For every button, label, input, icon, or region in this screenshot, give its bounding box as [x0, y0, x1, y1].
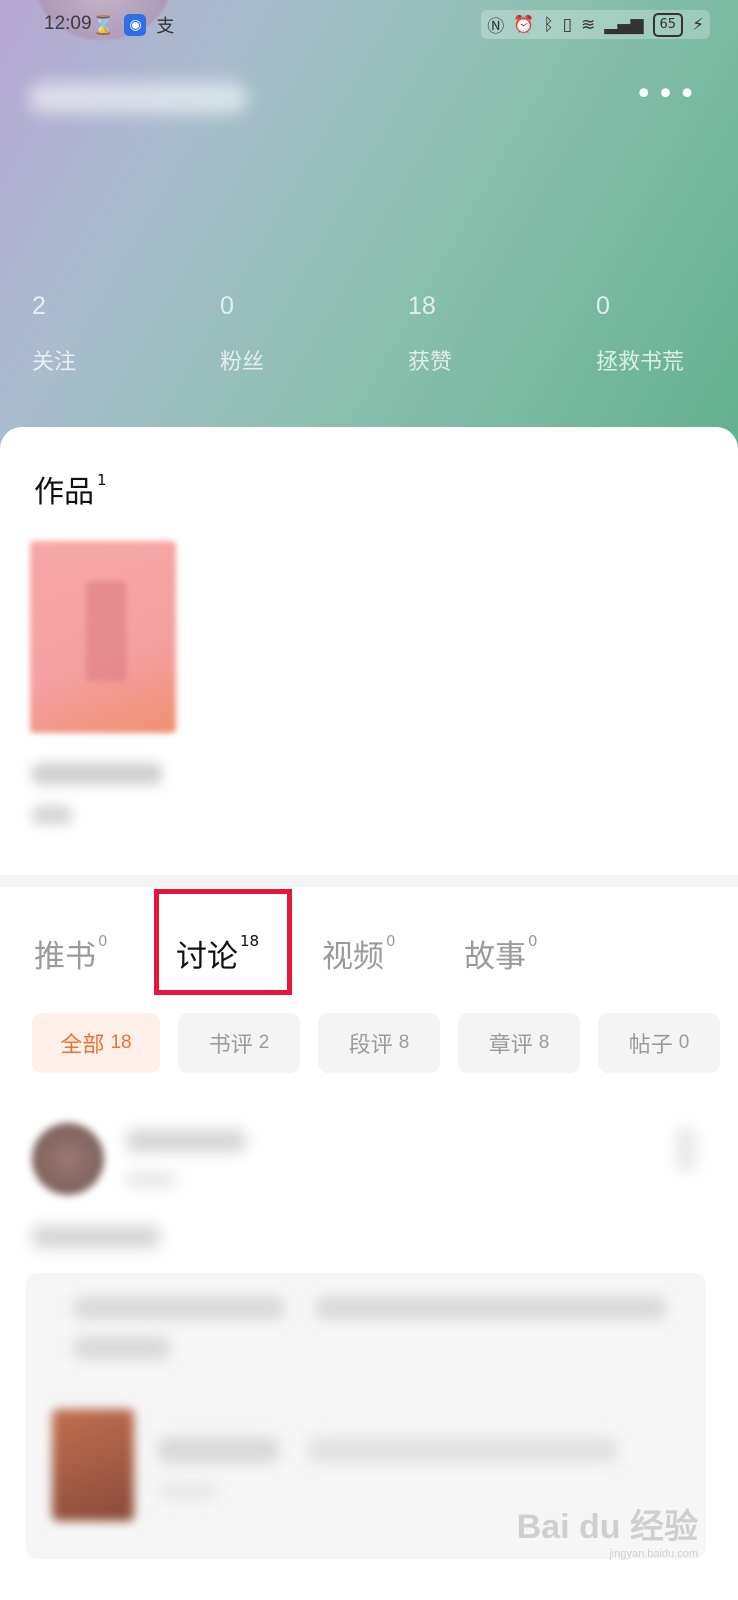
- profile-header: 12:09 ⌛ ◉ 支 Ⓝ ⏰ ᛒ ▯ ≋ ▂▄▆ 65 ⚡ ••• 2 关注 …: [0, 0, 738, 470]
- post-time: [126, 1171, 176, 1187]
- post-text: [32, 1225, 160, 1249]
- book-subtitle: [32, 805, 72, 825]
- alipay-icon: 支: [156, 16, 175, 37]
- filter-chapter-review[interactable]: 章评 8: [458, 1013, 580, 1073]
- signal-icon: ▂▄▆: [604, 14, 644, 35]
- post-avatar[interactable]: [32, 1123, 104, 1195]
- bluetooth-icon: ᛒ: [543, 14, 554, 35]
- hourglass-icon: ⌛: [92, 14, 115, 36]
- wifi-icon: ≋: [581, 14, 596, 35]
- tab-recommend[interactable]: 推书 0: [34, 931, 108, 976]
- user-name: [28, 82, 248, 114]
- content-card: 作品 1 推书 0 讨论 18 视频 0 故事 0 全部 18 书评 2 段评 8 章评 8 帖子…: [0, 427, 738, 1600]
- nfc-icon: Ⓝ: [487, 17, 505, 37]
- stats-row: 2 关注 0 粉丝 18 获赞 0 拯救书荒: [0, 292, 738, 382]
- stat-followers[interactable]: 0 粉丝: [220, 292, 264, 376]
- stat-likes[interactable]: 18 获赞: [408, 292, 452, 376]
- filter-book-review[interactable]: 书评 2: [178, 1013, 300, 1073]
- book-cover[interactable]: [30, 541, 176, 733]
- filter-paragraph-review[interactable]: 段评 8: [318, 1013, 440, 1073]
- post-author[interactable]: [126, 1129, 246, 1153]
- status-bar: 12:09 ⌛ ◉ 支 Ⓝ ⏰ ᛒ ▯ ≋ ▂▄▆ 65 ⚡: [0, 0, 738, 54]
- works-count: 1: [97, 471, 107, 489]
- status-time: 12:09: [44, 13, 92, 34]
- tab-video[interactable]: 视频 0: [322, 931, 396, 976]
- tab-story[interactable]: 故事 0: [464, 931, 538, 976]
- works-title: 作品 1: [34, 471, 107, 510]
- battery-icon: 65: [652, 12, 684, 37]
- stat-following[interactable]: 2 关注: [32, 292, 76, 376]
- vibrate-icon: ▯: [562, 14, 573, 35]
- highlight-box: [154, 889, 292, 995]
- bulb-icon: ◉: [124, 14, 147, 36]
- book-title[interactable]: [32, 763, 162, 785]
- stat-rescue[interactable]: 0 拯救书荒: [596, 292, 684, 376]
- filter-all[interactable]: 全部 18: [32, 1013, 160, 1073]
- more-icon[interactable]: •••: [635, 80, 700, 110]
- post-menu[interactable]: [676, 1127, 696, 1171]
- divider: [0, 875, 738, 887]
- filter-posts[interactable]: 帖子 0: [598, 1013, 720, 1073]
- quoted-book-cover[interactable]: [52, 1409, 134, 1521]
- charging-icon: ⚡: [692, 14, 704, 35]
- alarm-icon: ⏰: [513, 14, 535, 35]
- watermark: Bai du 经验 jingyan.baidu.com: [516, 1508, 698, 1560]
